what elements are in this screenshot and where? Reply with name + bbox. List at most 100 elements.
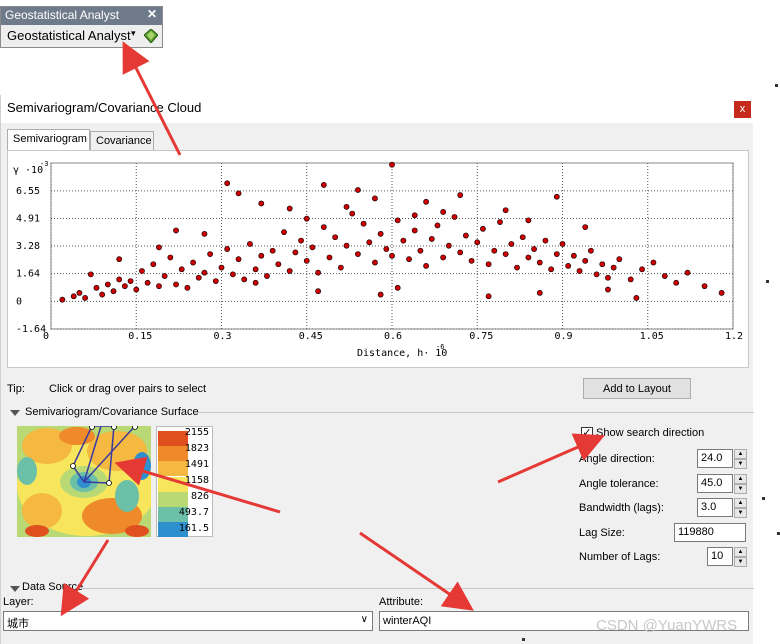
show-search-direction-checkbox[interactable]: ✓ [581,427,593,439]
data-point[interactable] [605,286,611,293]
data-point[interactable] [326,254,333,261]
data-point[interactable] [258,252,265,259]
lag-size-input[interactable]: 119880 [674,523,746,542]
data-point[interactable] [70,293,77,300]
data-point[interactable] [264,273,270,279]
data-point[interactable] [161,273,168,279]
data-point[interactable] [480,225,486,232]
spin-up-icon[interactable]: ▲ [734,547,747,557]
data-point[interactable] [599,261,606,268]
data-point[interactable] [281,229,287,236]
data-point[interactable] [258,200,265,207]
data-point[interactable] [451,214,458,220]
data-point[interactable] [627,276,634,283]
spin-up-icon[interactable]: ▲ [734,498,747,508]
data-point[interactable] [59,296,66,303]
data-point[interactable] [360,220,367,227]
data-point[interactable] [87,271,94,278]
data-point[interactable] [372,259,378,266]
data-point[interactable] [701,283,708,290]
collapse-surface-icon[interactable] [10,410,20,416]
spin-up-icon[interactable]: ▲ [734,474,747,484]
data-point[interactable] [434,222,441,229]
spin-up-icon[interactable]: ▲ [734,449,747,459]
data-point[interactable] [212,278,219,284]
data-point[interactable] [229,271,236,278]
data-point[interactable] [309,244,316,251]
data-point[interactable] [718,289,725,296]
data-point[interactable] [218,264,225,271]
data-point[interactable] [423,198,429,205]
data-point[interactable] [349,210,356,217]
data-point[interactable] [377,230,384,237]
data-point[interactable] [423,263,429,269]
data-point[interactable] [366,239,373,246]
data-point[interactable] [491,247,498,254]
data-point[interactable] [542,237,549,244]
data-point[interactable] [508,241,515,247]
data-point[interactable] [110,288,117,295]
data-point[interactable] [247,241,253,247]
menu-caret-icon[interactable]: ▾ [131,28,136,39]
data-point[interactable] [553,193,560,200]
data-point[interactable] [139,268,145,274]
data-point[interactable] [121,283,128,290]
data-point[interactable] [485,261,492,268]
data-point[interactable] [173,281,179,288]
data-point[interactable] [133,286,140,293]
data-point[interactable] [406,256,412,263]
spin-down-icon[interactable]: ▼ [734,484,747,494]
data-point[interactable] [104,281,111,288]
data-point[interactable] [150,261,157,268]
data-point[interactable] [252,279,259,286]
data-point[interactable] [633,295,640,301]
data-point[interactable] [531,246,537,252]
data-point[interactable] [167,254,174,261]
data-point[interactable] [536,289,543,296]
data-point[interactable] [485,293,492,300]
data-point[interactable] [82,295,88,301]
tab-covariance[interactable]: Covariance [90,131,154,151]
data-point[interactable] [565,263,572,269]
spin-down-icon[interactable]: ▼ [734,557,747,567]
bandwidth-input[interactable]: 3.0 [697,498,733,517]
data-point[interactable] [343,242,350,249]
data-point[interactable] [190,259,196,266]
data-point[interactable] [201,230,208,237]
data-point[interactable] [400,237,407,244]
data-point[interactable] [553,251,560,257]
data-point[interactable] [298,237,304,244]
data-point[interactable] [468,257,475,264]
data-point[interactable] [269,247,276,254]
data-point[interactable] [235,190,242,197]
data-point[interactable] [394,217,401,224]
data-point[interactable] [514,264,520,271]
semivariogram-surface-map[interactable] [17,426,151,537]
data-point[interactable] [457,192,464,198]
data-point[interactable] [610,264,617,271]
data-point[interactable] [235,256,242,263]
data-point[interactable] [184,284,191,291]
data-point[interactable] [93,284,100,291]
data-point[interactable] [445,242,452,249]
semivariogram-cloud-chart[interactable]: 0 0.15 0.3 0.45 0.6 0.75 0.9 1.05 1.2 6.55 4.91 3.2… [8,151,748,367]
data-point[interactable] [303,257,310,264]
data-point[interactable] [525,217,532,224]
data-point[interactable] [440,254,447,261]
data-point[interactable] [252,266,259,273]
data-point[interactable] [292,249,299,256]
data-point[interactable] [582,224,589,231]
tab-semivariogram[interactable]: Semivariogram [7,129,90,151]
data-point[interactable] [673,279,680,286]
data-point[interactable] [76,289,83,296]
toolbar-close-icon[interactable]: ✕ [147,7,157,21]
data-point[interactable] [474,239,481,246]
data-point[interactable] [315,288,322,295]
data-point[interactable] [195,274,202,281]
dialog-close-button[interactable]: x [734,101,751,118]
data-point[interactable] [502,207,509,214]
chevron-down-icon[interactable]: ∨ [361,614,368,625]
data-point[interactable] [593,271,600,278]
data-point[interactable] [417,247,424,254]
geostat-diamond-icon[interactable] [144,29,158,43]
